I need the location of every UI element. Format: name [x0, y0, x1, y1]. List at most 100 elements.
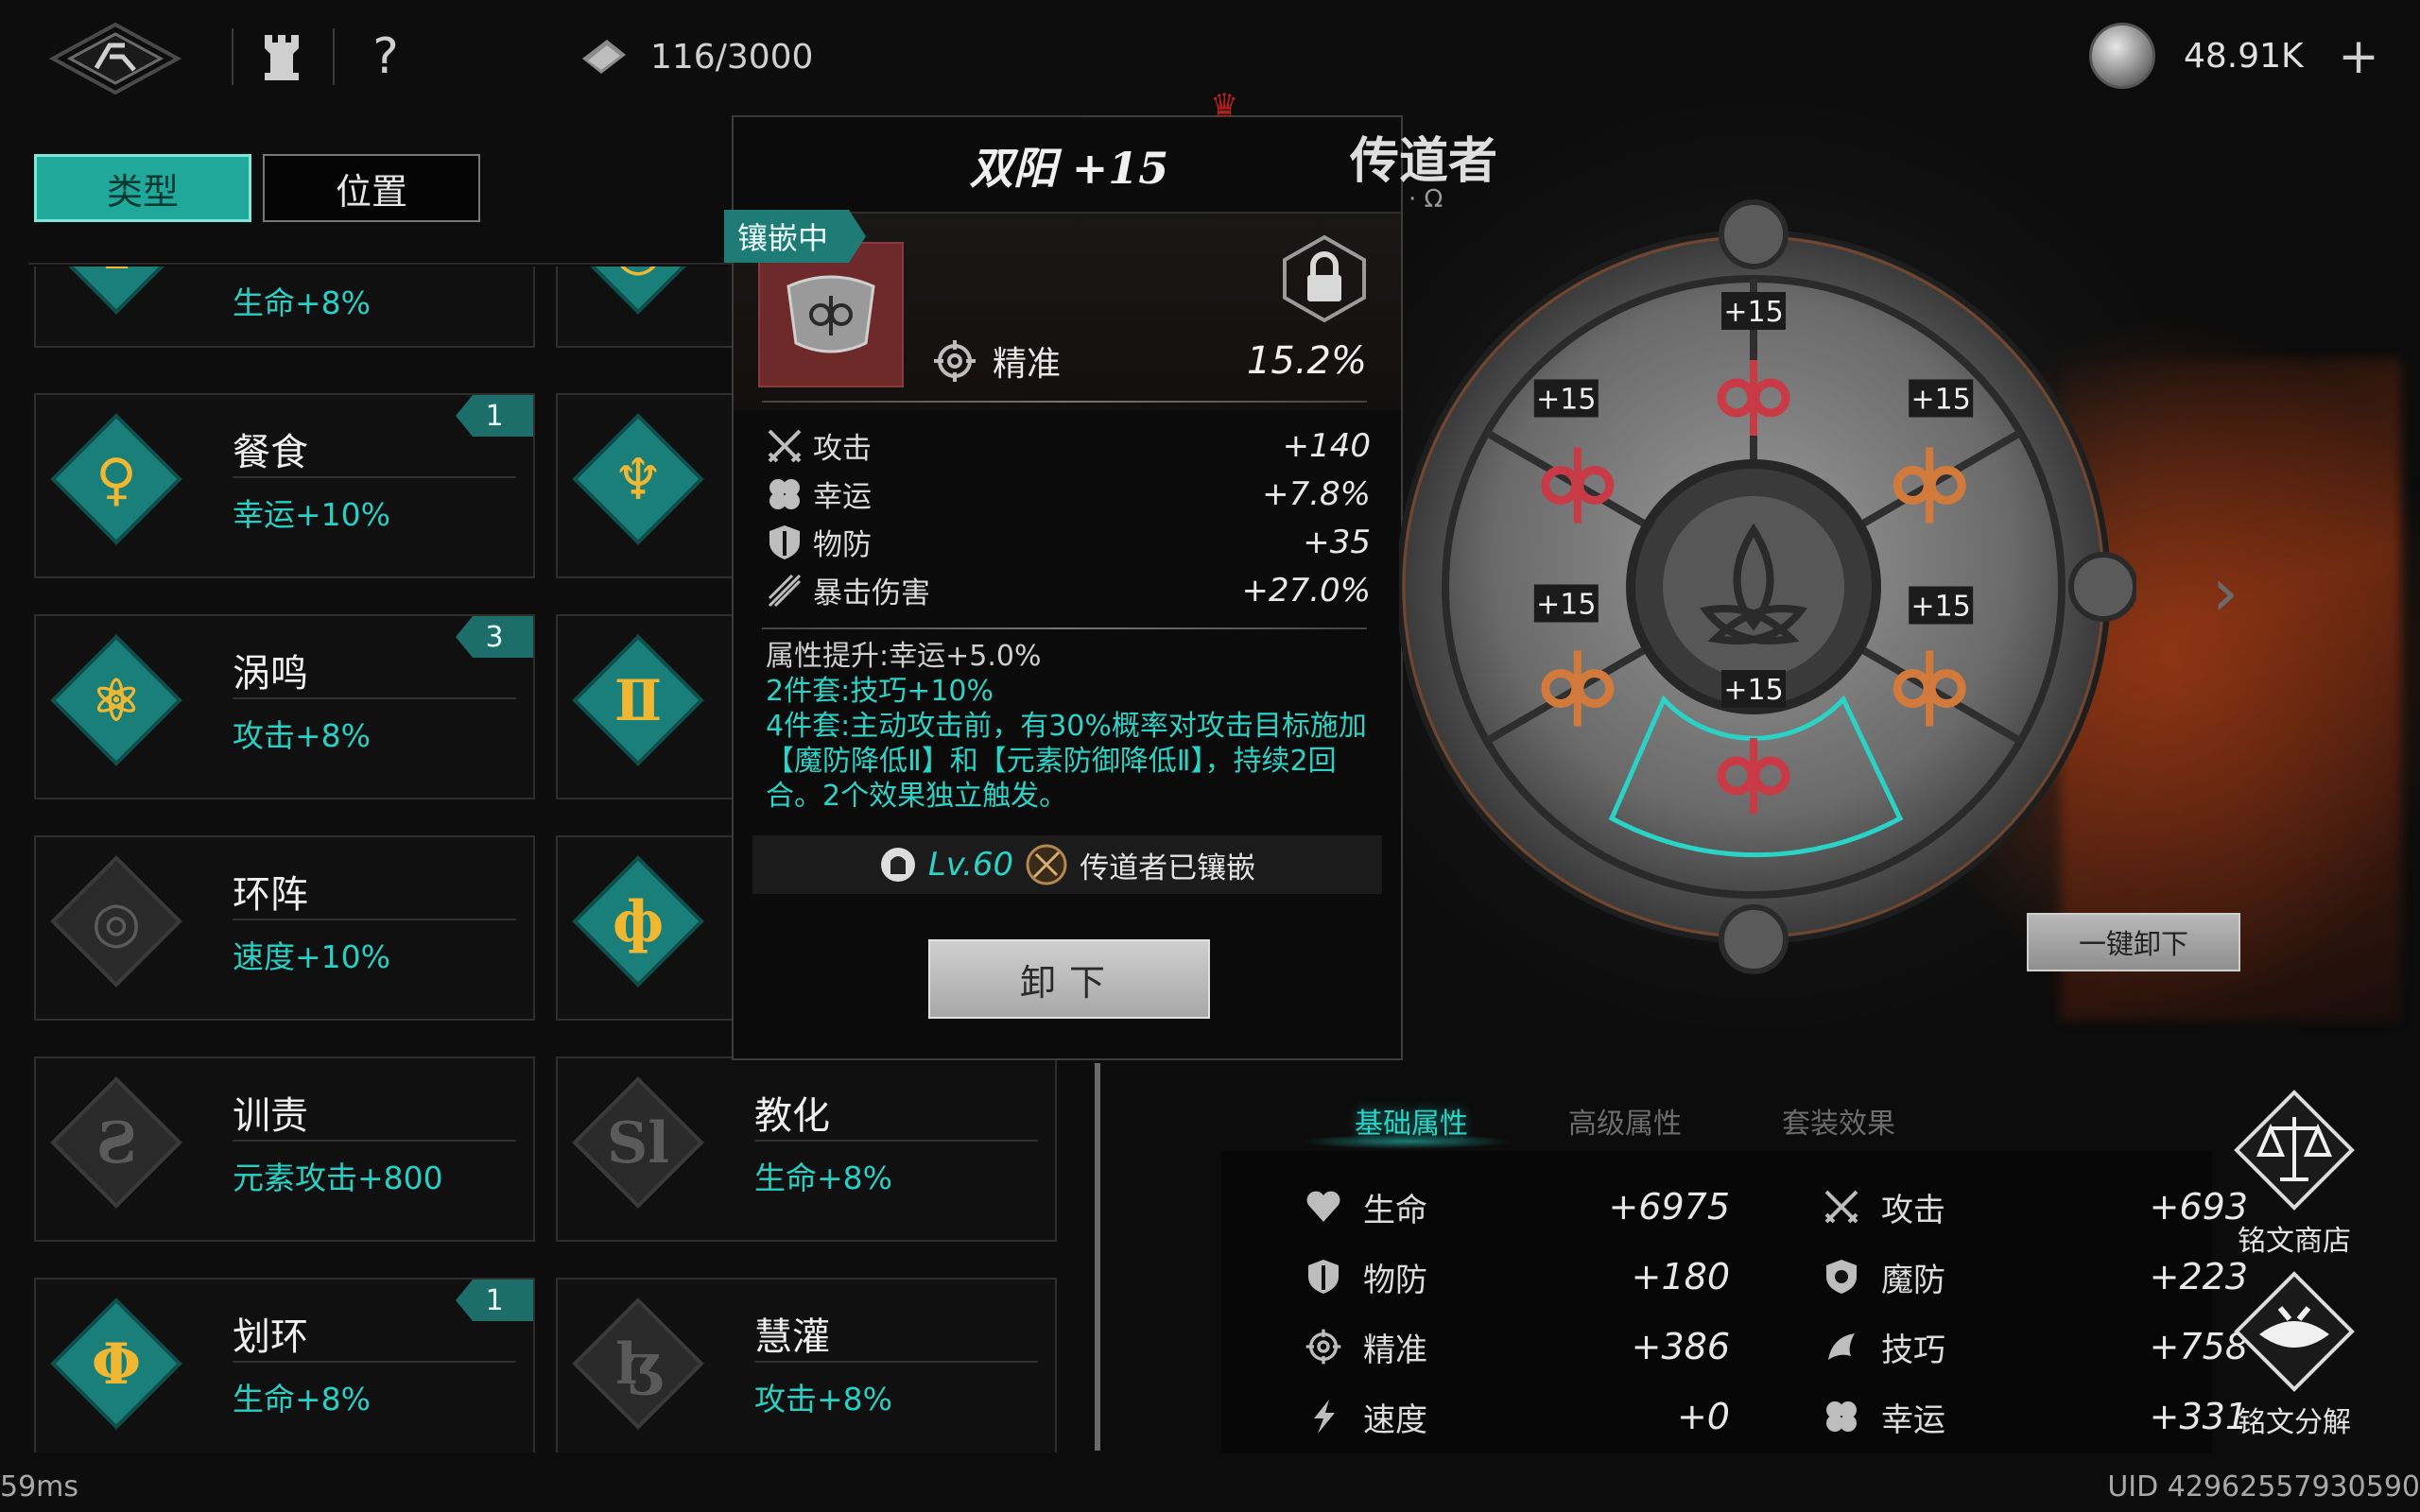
sub-stat-row: 物防 +35 [766, 518, 1371, 566]
slot-level-tag: +15 [1721, 292, 1786, 330]
divider [233, 1140, 516, 1142]
attribute-row: 速度 +0 [1305, 1382, 1730, 1452]
svg-text:ф: ф [613, 889, 664, 955]
rune-card[interactable]: Ƨ 训责 元素攻击+800 [34, 1057, 535, 1242]
list-scrollbar[interactable] [1095, 1063, 1100, 1451]
help-button[interactable]: ? [355, 26, 416, 87]
add-coins-button[interactable]: + [2335, 28, 2382, 85]
inscription-decompose-button[interactable]: 铭文分解 [2223, 1270, 2365, 1440]
tab-advanced-attributes[interactable]: 高级属性 [1518, 1100, 1732, 1147]
rune-card-name: 环阵 [233, 873, 308, 917]
svg-text:+15: +15 [1536, 589, 1596, 622]
coin-icon [2089, 23, 2155, 89]
rune-card[interactable]: Y 生命+8% [34, 266, 535, 348]
attribute-column-right: 攻击 +693 魔防 +223 技巧 +758 幸运 +331 [1823, 1172, 2248, 1452]
crest-icon: ♛ [1210, 87, 1239, 125]
rune-card-bonus: 攻击+8% [754, 1381, 893, 1418]
divider [233, 919, 516, 920]
top-bar: ? 116/3000 48.91K + [0, 0, 2420, 95]
rune-card[interactable]: ◎ 环阵 速度+10% [34, 835, 535, 1021]
set-effects: 属性提升:幸运+5.0% 2件套:技巧+10% 4件套:主动攻击前，有30%概率… [766, 639, 1380, 814]
rune-card-name: 涡鸣 [233, 652, 308, 696]
skill-icon [1823, 1328, 1872, 1366]
rune-stone-icon [786, 275, 875, 353]
svg-text:+15: +15 [1723, 674, 1783, 707]
tower-icon [265, 35, 299, 80]
rune-gem-icon: ɮ [572, 1297, 704, 1430]
set-2-text: 2件套:技巧+10% [766, 675, 994, 708]
tab-set-effects[interactable]: 套装效果 [1732, 1100, 1945, 1147]
shop-label: 铭文商店 [2238, 1225, 2351, 1258]
popup-title: 双阳 +15 [969, 143, 1169, 194]
scales-icon [2234, 1090, 2355, 1211]
attribute-label: 物防 [1363, 1261, 1427, 1299]
next-character-arrow[interactable]: › [2212, 554, 2238, 631]
luck-icon [766, 475, 807, 513]
crosshair-icon [1305, 1328, 1354, 1366]
unequip-all-button[interactable]: 一键卸下 [2027, 913, 2240, 971]
home-logo-button[interactable] [49, 19, 182, 98]
tab-type[interactable]: 类型 [34, 154, 251, 222]
rune-gem-icon: Ƨ [50, 1076, 182, 1209]
svg-text:+15: +15 [1911, 384, 1971, 417]
rune-count-badge: 3 [456, 616, 533, 658]
sub-stat-label: 物防 [813, 528, 872, 562]
sub-stat-label: 攻击 [813, 432, 872, 466]
rune-gem-icon: ◎ [50, 855, 182, 988]
main-stat: 精准 15.2% [932, 336, 1367, 386]
rune-count-badge: 1 [456, 395, 533, 437]
clover-icon [1823, 1398, 1872, 1435]
attribute-value: +0 [1676, 1396, 1730, 1437]
svg-text:◎: ◎ [614, 266, 663, 283]
rune-card[interactable]: Sl 教化 生命+8% [556, 1057, 1057, 1242]
attribute-value: +180 [1631, 1256, 1730, 1297]
attribute-label: 魔防 [1881, 1261, 1945, 1299]
svg-text:⚛: ⚛ [91, 668, 142, 734]
divider [233, 697, 516, 699]
speed-icon [1305, 1398, 1354, 1435]
rune-card[interactable]: ɮ 慧灌 攻击+8% [556, 1278, 1057, 1452]
rune-card-bonus: 幸运+10% [233, 496, 390, 533]
separator [232, 28, 233, 85]
rune-card-bonus: 元素攻击+800 [233, 1160, 443, 1196]
svg-text:Sl: Sl [607, 1110, 669, 1177]
character-name: 传道者 [1350, 132, 1498, 190]
rune-card[interactable]: ⚛ 涡鸣 攻击+8% 3 [34, 614, 535, 799]
divider [762, 401, 1367, 403]
tower-button[interactable] [251, 26, 312, 87]
rune-card-name: 餐食 [233, 431, 308, 474]
svg-text:♆: ♆ [613, 447, 664, 513]
attribute-label: 技巧 [1881, 1331, 1945, 1369]
tab-position[interactable]: 位置 [263, 154, 480, 222]
character-portrait-icon [1026, 844, 1067, 885]
inscription-shop-button[interactable]: 铭文商店 [2223, 1089, 2365, 1259]
user-id: UID 42962557930590 [2107, 1470, 2420, 1503]
rune-gem-icon: ♀ [50, 413, 182, 545]
svg-text:+15: +15 [1723, 296, 1783, 329]
rune-card[interactable]: ♀ 餐食幸运+10% 1 [34, 393, 535, 578]
rune-gem-icon: ф [572, 855, 704, 988]
sub-stats: 攻击 +140 幸运 +7.8% 物防 +35 暴击伤害 +27.0% [766, 421, 1371, 614]
svg-text:◎: ◎ [92, 889, 141, 955]
unequip-button[interactable]: 卸下 [928, 939, 1210, 1019]
attribute-panel: 生命 +6975 物防 +180 精准 +386 速度 +0 攻击 +693 魔… [1221, 1151, 2248, 1453]
stamina-counter: 116/3000 [579, 28, 813, 85]
attribute-row: 幸运 +331 [1823, 1382, 2248, 1452]
sub-stat-value: +7.8% [1262, 474, 1371, 513]
divider [233, 1361, 516, 1363]
helmet-icon [880, 848, 915, 882]
set-4-text: 4件套:主动攻击前，有30%概率对攻击目标施加【魔防降低Ⅱ】和【元素防御降低Ⅱ】… [766, 710, 1367, 813]
attribute-row: 攻击 +693 [1823, 1172, 2248, 1242]
lock-button[interactable] [1278, 232, 1371, 325]
sub-stat-label: 暴击伤害 [813, 576, 930, 610]
attribute-row: 物防 +180 [1305, 1242, 1730, 1312]
rune-detail-popup: 双阳 +15 精准 15.2% 镶嵌中 攻击 +140 幸运 +7.8% 物防 … [724, 115, 1403, 1060]
owner-level: Lv.60 [927, 846, 1014, 884]
rune-card[interactable]: Φ 划环 生命+8% 1 [34, 1278, 535, 1452]
slot-level-tag: +15 [1721, 670, 1786, 708]
attribute-column-left: 生命 +6975 物防 +180 精准 +386 速度 +0 [1305, 1172, 1730, 1452]
stamina-value: 116/3000 [650, 37, 814, 77]
rune-gem-icon: ♆ [572, 413, 704, 545]
tab-basic-attributes[interactable]: 基础属性 [1305, 1100, 1518, 1147]
attribute-label: 生命 [1363, 1191, 1427, 1229]
